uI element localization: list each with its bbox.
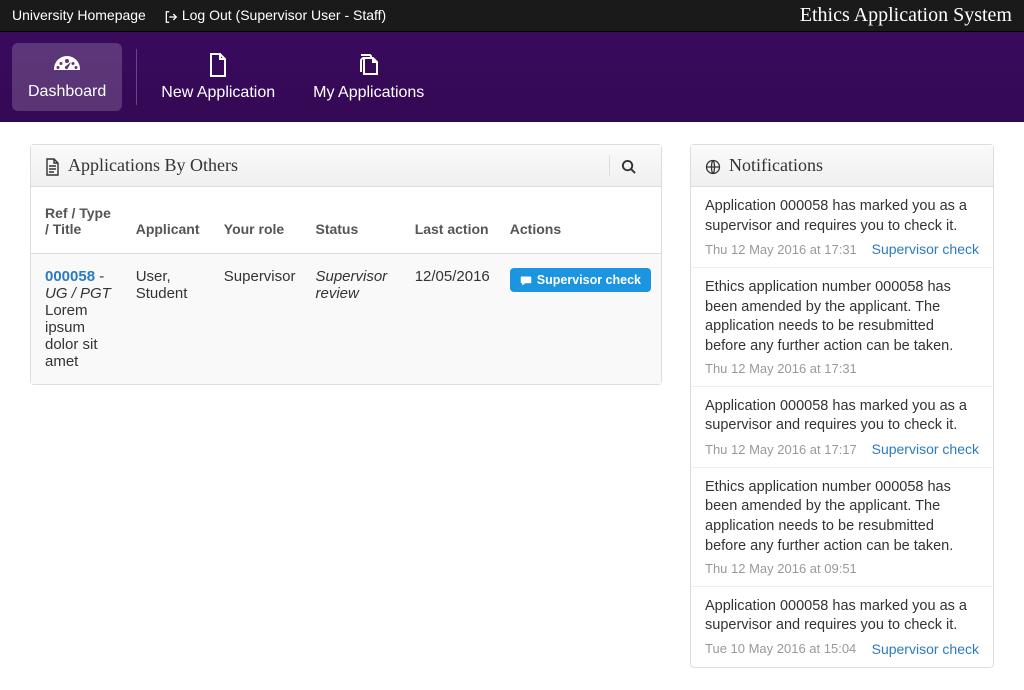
globe-icon (705, 155, 721, 176)
logout-label: Log Out (Supervisor User - Staff) (182, 7, 386, 23)
notification-item: Application 000058 has marked you as a s… (691, 187, 993, 268)
notification-action-link[interactable]: Supervisor check (872, 240, 979, 259)
notification-time: Thu 12 May 2016 at 17:31 (705, 360, 857, 378)
cell-role: Supervisor (214, 254, 306, 385)
col-status: Status (305, 187, 404, 254)
button-label: Supervisor check (537, 273, 641, 287)
application-ref-link[interactable]: 000058 (45, 268, 95, 285)
notification-item: Ethics application number 000058 has bee… (691, 468, 993, 587)
col-last-action: Last action (405, 187, 500, 254)
content-area: Applications By Others Ref / Type / Titl… (0, 122, 1024, 690)
nav-new-application[interactable]: New Application (145, 42, 291, 112)
supervisor-check-button[interactable]: Supervisor check (510, 268, 651, 292)
logout-link[interactable]: Log Out (Supervisor User - Staff) (164, 7, 386, 23)
notification-time: Thu 12 May 2016 at 09:51 (705, 560, 857, 578)
panel-header: Applications By Others (31, 145, 661, 187)
notifications-list: Application 000058 has marked you as a s… (691, 187, 993, 667)
applications-by-others-panel: Applications By Others Ref / Type / Titl… (30, 144, 662, 385)
notification-meta: Tue 10 May 2016 at 15:04 Supervisor check (705, 640, 979, 659)
university-homepage-link[interactable]: University Homepage (12, 7, 146, 23)
notification-text: Ethics application number 000058 has bee… (705, 278, 979, 356)
notification-text: Ethics application number 000058 has bee… (705, 478, 979, 556)
notifications-panel: Notifications Application 000058 has mar… (690, 144, 994, 668)
cell-last-action: 12/05/2016 (405, 254, 500, 385)
application-type: UG / PGT (45, 285, 111, 302)
document-icon (45, 155, 60, 176)
logout-icon (164, 7, 178, 23)
ref-sep: - (95, 268, 104, 285)
notification-text: Application 000058 has marked you as a s… (705, 597, 979, 636)
col-ref: Ref / Type / Title (31, 187, 126, 254)
panel-header: Notifications (691, 145, 993, 187)
cell-actions: Supervisor check (500, 254, 661, 385)
comment-icon (520, 273, 532, 287)
col-role: Your role (214, 187, 306, 254)
notification-time: Thu 12 May 2016 at 17:17 (705, 441, 857, 459)
notification-text: Application 000058 has marked you as a s… (705, 197, 979, 236)
panel-title: Applications By Others (45, 155, 238, 176)
nav-separator (136, 49, 137, 105)
col-applicant: Applicant (126, 187, 214, 254)
app-brand: Ethics Application System (800, 4, 1012, 27)
notification-meta: Thu 12 May 2016 at 17:31 (705, 360, 979, 378)
main-nav: Dashboard New Application My Application… (0, 32, 1024, 122)
dashboard-icon (28, 53, 106, 77)
nav-dashboard[interactable]: Dashboard (12, 43, 122, 111)
notification-meta: Thu 12 May 2016 at 17:17 Supervisor check (705, 440, 979, 459)
file-icon (161, 52, 275, 78)
search-icon (621, 157, 636, 174)
notification-action-link[interactable]: Supervisor check (872, 640, 979, 659)
notification-meta: Thu 12 May 2016 at 09:51 (705, 560, 979, 578)
col-actions: Actions (500, 187, 661, 254)
table-row: 000058 - UG / PGT Lorem ipsum dolor sit … (31, 254, 661, 385)
application-title: Lorem ipsum dolor sit amet (45, 302, 98, 370)
panel-title-text: Applications By Others (68, 155, 238, 176)
nav-my-applications-label: My Applications (313, 84, 424, 101)
nav-new-application-label: New Application (161, 84, 275, 101)
notification-text: Application 000058 has marked you as a s… (705, 397, 979, 436)
search-button[interactable] (609, 155, 647, 176)
panel-title-text: Notifications (729, 155, 823, 176)
topbar-left: University Homepage Log Out (Supervisor … (12, 7, 386, 23)
panel-title: Notifications (705, 155, 823, 176)
notification-time: Thu 12 May 2016 at 17:31 (705, 241, 857, 259)
applications-table: Ref / Type / Title Applicant Your role S… (31, 187, 661, 384)
notification-item: Application 000058 has marked you as a s… (691, 587, 993, 667)
notification-item: Ethics application number 000058 has bee… (691, 268, 993, 387)
cell-status: Supervisor review (305, 254, 404, 385)
notification-action-link[interactable]: Supervisor check (872, 440, 979, 459)
nav-my-applications[interactable]: My Applications (297, 42, 440, 112)
cell-applicant: User, Student (126, 254, 214, 385)
nav-dashboard-label: Dashboard (28, 83, 106, 100)
files-icon (313, 52, 424, 78)
notification-meta: Thu 12 May 2016 at 17:31 Supervisor check (705, 240, 979, 259)
topbar: University Homepage Log Out (Supervisor … (0, 0, 1024, 32)
notification-item: Application 000058 has marked you as a s… (691, 387, 993, 468)
notification-time: Tue 10 May 2016 at 15:04 (705, 640, 856, 658)
cell-ref: 000058 - UG / PGT Lorem ipsum dolor sit … (31, 254, 126, 385)
